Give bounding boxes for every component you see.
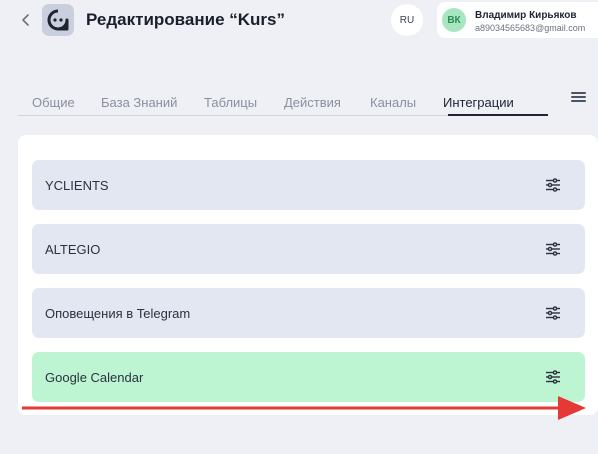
sliders-icon[interactable] xyxy=(545,177,561,193)
tab-actions[interactable]: Действия xyxy=(284,95,341,110)
avatar: ВК xyxy=(442,8,466,32)
bot-face-icon xyxy=(42,4,74,36)
user-email: a89034565683@gmail.com xyxy=(475,23,586,33)
header: Редактирование “Kurs” RU ВК Владимир Кир… xyxy=(0,0,598,44)
tab-general[interactable]: Общие xyxy=(32,95,75,110)
tab-tables[interactable]: Таблицы xyxy=(204,95,257,110)
tab-integrations[interactable]: Интеграции xyxy=(443,95,514,110)
integration-item-yclients[interactable]: YCLIENTS xyxy=(32,160,585,210)
chevron-left-icon[interactable] xyxy=(18,12,34,28)
integration-label: Google Calendar xyxy=(45,370,144,385)
integration-label: YCLIENTS xyxy=(45,178,109,193)
integration-label: Оповещения в Telegram xyxy=(45,306,191,321)
language-switch-button[interactable]: RU xyxy=(391,4,423,36)
integrations-panel: YCLIENTS ALTEGIO Оповещения в Telegram G… xyxy=(18,135,598,415)
sliders-icon[interactable] xyxy=(545,369,561,385)
annotation-arrow-icon xyxy=(22,396,586,420)
integration-label: ALTEGIO xyxy=(45,242,101,257)
sliders-icon[interactable] xyxy=(545,305,561,321)
tab-channels[interactable]: Каналы xyxy=(370,95,416,110)
tab-bar: Общие База Знаний Таблицы Действия Канал… xyxy=(18,92,548,116)
page-title: Редактирование “Kurs” xyxy=(86,10,285,29)
integration-item-telegram-notifications[interactable]: Оповещения в Telegram xyxy=(32,288,585,338)
active-tab-indicator xyxy=(448,114,548,116)
sliders-icon[interactable] xyxy=(545,241,561,257)
tab-knowledge-base[interactable]: База Знаний xyxy=(101,95,177,110)
integration-item-altegio[interactable]: ALTEGIO xyxy=(32,224,585,274)
user-profile-card[interactable]: ВК Владимир Кирьяков a89034565683@gmail.… xyxy=(437,2,598,38)
user-name: Владимир Кирьяков xyxy=(475,10,577,21)
hamburger-menu-icon[interactable] xyxy=(571,90,587,104)
